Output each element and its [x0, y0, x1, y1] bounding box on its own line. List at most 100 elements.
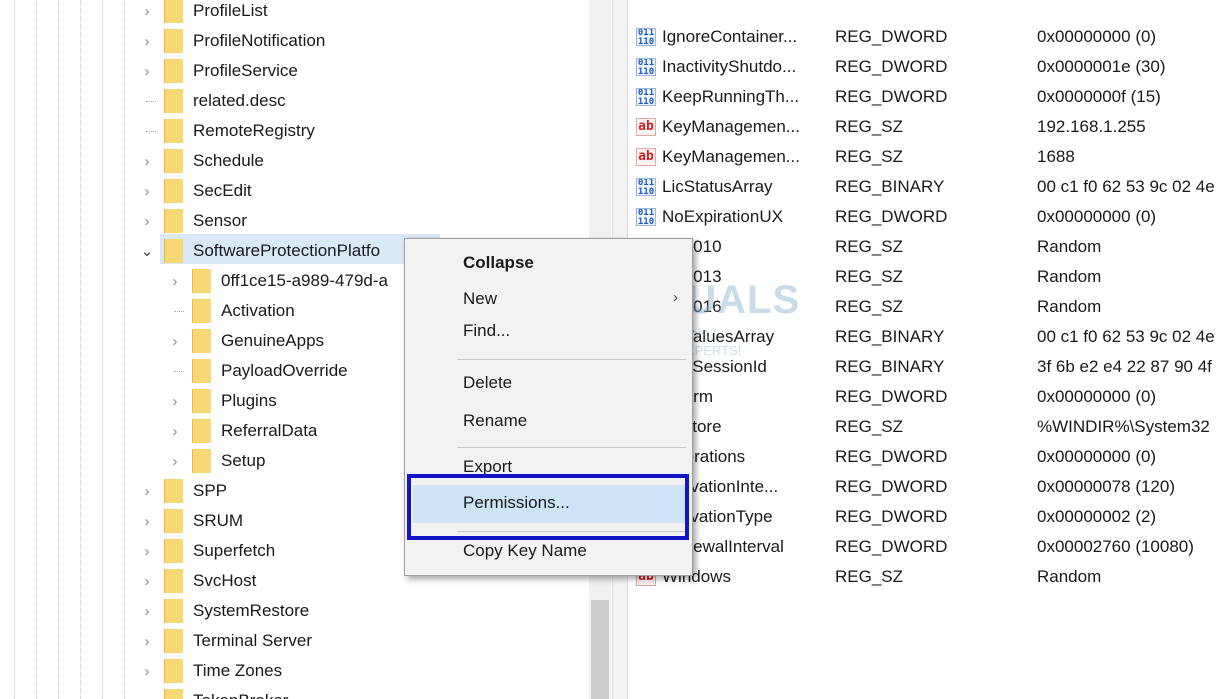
value-data: 0x00000002 (2): [1037, 507, 1157, 526]
tree-item[interactable]: › Time Zones: [0, 656, 590, 686]
tree-item[interactable]: › SecEdit: [0, 176, 590, 206]
value-type: REG_BINARY: [835, 357, 945, 376]
value-row[interactable]: 011 110RearmREG_DWORD0x00000000 (0): [627, 382, 1223, 412]
folder-icon: [164, 509, 183, 533]
menu-separator: [457, 359, 686, 360]
value-name: InactivityShutdo...: [662, 57, 797, 76]
tree-item[interactable]: › SystemRestore: [0, 596, 590, 626]
value-row[interactable]: ab KeyManagemen... REG_SZ 1688: [627, 142, 1223, 172]
value-row[interactable]: abice2016REG_SZRandom: [627, 292, 1223, 322]
string-value-icon: ab: [636, 118, 656, 136]
tree-item-label: Activation: [221, 301, 295, 320]
value-row[interactable]: ab Windows REG_SZ Random: [627, 562, 1223, 592]
tree-item[interactable]: › Schedule: [0, 146, 590, 176]
value-row[interactable]: 011 110 IgnoreContainer... REG_DWORD 0x0000…: [627, 22, 1223, 52]
value-data: 00 c1 f0 62 53 9c 02 4e: [1037, 327, 1215, 346]
chevron-right-icon[interactable]: ›: [137, 206, 157, 236]
chevron-right-icon[interactable]: ›: [137, 626, 157, 656]
chevron-right-icon[interactable]: ›: [137, 536, 157, 566]
tree-item[interactable]: › Terminal Server: [0, 626, 590, 656]
value-type: REG_SZ: [835, 237, 904, 256]
value-row[interactable]: 011 110icyValuesArrayREG_BINARY00 c1 f0 …: [627, 322, 1223, 352]
tree-connector: [174, 371, 184, 372]
folder-icon: [192, 269, 211, 293]
string-value-icon: ab: [636, 148, 656, 166]
chevron-right-icon[interactable]: ›: [137, 566, 157, 596]
tree-item[interactable]: › ProfileService: [0, 56, 590, 86]
chevron-right-icon[interactable]: ›: [165, 386, 185, 416]
folder-icon: [164, 149, 183, 173]
menu-separator: [457, 447, 686, 448]
value-row[interactable]: 011 110 InactivityShutdo... REG_DWORD 0x000…: [627, 52, 1223, 82]
value-row[interactable]: abice2013REG_SZRandom: [627, 262, 1223, 292]
folder-icon: [164, 479, 183, 503]
tree-item-label: SystemRestore: [193, 601, 310, 620]
tree-item-label: SRUM: [193, 511, 244, 530]
tree-item-label: SvcHost: [193, 571, 257, 590]
value-row[interactable]: 011 110 LicStatusArray REG_BINARY 00 c1 f0 …: [627, 172, 1223, 202]
chevron-right-icon[interactable]: ›: [165, 326, 185, 356]
registry-values-list[interactable]: 011 110 IgnoreContainer... REG_DWORD 0x0000…: [627, 0, 1223, 699]
tree-item[interactable]: › Sensor: [0, 206, 590, 236]
chevron-right-icon[interactable]: ›: [137, 56, 157, 86]
value-name: KeepRunningTh...: [662, 87, 800, 106]
value-row[interactable]: 011 110 NoExpirationUX REG_DWORD 0x00000000…: [627, 202, 1223, 232]
tree-item[interactable]: › ProfileList: [0, 0, 590, 26]
binary-value-icon: 011 110: [636, 178, 656, 196]
tree-connector: [174, 311, 184, 312]
chevron-right-icon[interactable]: ›: [165, 266, 185, 296]
folder-icon: [164, 629, 183, 653]
chevron-right-icon[interactable]: ›: [137, 146, 157, 176]
chevron-right-icon[interactable]: ›: [137, 656, 157, 686]
tree-item-label: GenuineApps: [221, 331, 325, 350]
value-type: REG_SZ: [835, 267, 904, 286]
value-row[interactable]: 011 110ActivationInte...REG_DWORD0x00000…: [627, 472, 1223, 502]
chevron-right-icon[interactable]: ›: [137, 476, 157, 506]
menu-item-new[interactable]: New: [463, 289, 497, 309]
tree-item[interactable]: › TokenBroker: [0, 686, 590, 699]
folder-icon: [164, 539, 183, 563]
chevron-right-icon[interactable]: ›: [137, 686, 157, 699]
tree-item[interactable]: RemoteRegistry: [0, 116, 590, 146]
tree-item-label: Superfetch: [193, 541, 276, 560]
chevron-right-icon[interactable]: ›: [137, 176, 157, 206]
value-data: 00 c1 f0 62 53 9c 02 4e: [1037, 177, 1215, 196]
value-type: REG_DWORD: [835, 477, 948, 496]
value-row[interactable]: 011 110ActivationTypeREG_DWORD0x00000002…: [627, 502, 1223, 532]
value-row[interactable]: abenStoreREG_SZ%WINDIR%\System32: [627, 412, 1223, 442]
value-type: REG_DWORD: [835, 207, 948, 226]
chevron-right-icon[interactable]: ›: [137, 0, 157, 26]
value-row[interactable]: ab KeyManagemen... REG_SZ 192.168.1.255: [627, 112, 1223, 142]
chevron-right-icon[interactable]: ›: [137, 26, 157, 56]
menu-item-rename[interactable]: Rename: [463, 411, 527, 431]
folder-icon: [164, 89, 183, 113]
value-data: 0x00000000 (0): [1037, 447, 1157, 466]
tree-item-label: Plugins: [221, 391, 277, 410]
chevron-right-icon[interactable]: ›: [137, 596, 157, 626]
value-row[interactable]: abice2010REG_SZRandom: [627, 232, 1223, 262]
tree-item[interactable]: › ProfileNotification: [0, 26, 590, 56]
menu-item-delete[interactable]: Delete: [463, 373, 512, 393]
chevron-down-icon[interactable]: ⌄: [137, 236, 157, 266]
value-name: IgnoreContainer...: [662, 27, 798, 46]
value-data: 0x0000001e (30): [1037, 57, 1166, 76]
tree-scrollbar-thumb[interactable]: [591, 600, 609, 699]
value-row[interactable]: 011 110OperationsREG_DWORD0x00000000 (0): [627, 442, 1223, 472]
value-row[interactable]: 011 110viceSessionIdREG_BINARY3f 6b e2 e…: [627, 352, 1223, 382]
chevron-right-icon[interactable]: ›: [165, 416, 185, 446]
menu-item-collapse[interactable]: Collapse: [463, 253, 534, 273]
value-data: 0x00000078 (120): [1037, 477, 1176, 496]
value-row[interactable]: 011 110RenewalIntervalREG_DWORD0x0000276…: [627, 532, 1223, 562]
value-data: 0x00000000 (0): [1037, 27, 1157, 46]
tree-item-label: Setup: [221, 451, 266, 470]
value-type: REG_SZ: [835, 117, 904, 136]
value-row[interactable]: 011 110 KeepRunningTh... REG_DWORD 0x000000…: [627, 82, 1223, 112]
tree-item[interactable]: related.desc: [0, 86, 590, 116]
value-type: REG_SZ: [835, 417, 904, 436]
menu-item-copy-key-name[interactable]: Copy Key Name: [463, 541, 587, 561]
chevron-right-icon[interactable]: ›: [165, 446, 185, 476]
chevron-right-icon[interactable]: ›: [137, 506, 157, 536]
binary-value-icon: 011 110: [636, 58, 656, 76]
menu-item-find[interactable]: Find...: [463, 321, 510, 341]
permissions-callout-frame: [407, 474, 689, 540]
